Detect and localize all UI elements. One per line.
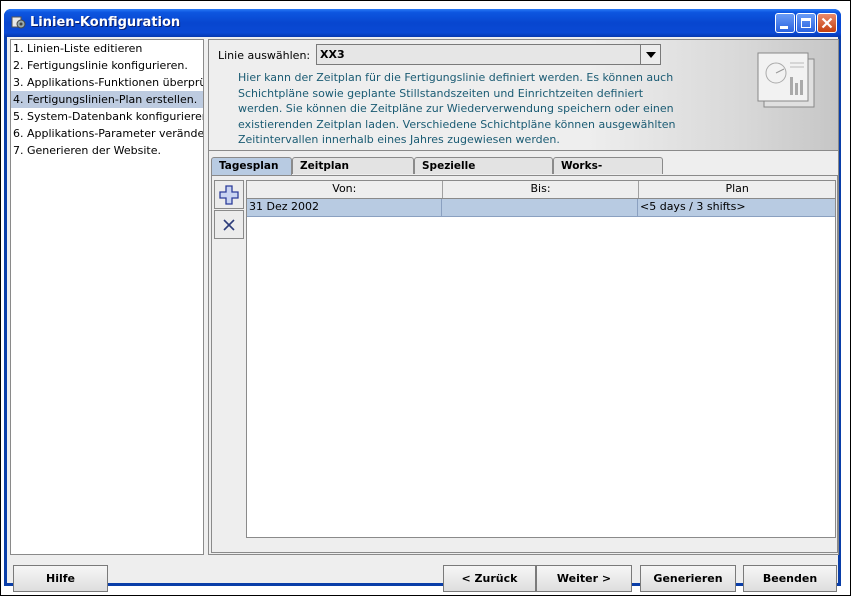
line-select-label: Linie auswählen: [218,49,311,62]
step-item-1[interactable]: 1. Linien-Liste editieren [11,40,203,57]
title-bar[interactable]: Linien-Konfiguration [4,9,841,37]
maximize-button[interactable] [796,13,816,33]
cell-plan[interactable]: <5 days / 3 shifts> [638,199,834,216]
step-item-4[interactable]: 4. Fertigungslinien-Plan erstellen. [11,91,203,108]
generate-button[interactable]: Generieren [640,565,736,592]
maximize-icon [801,18,811,28]
minimize-icon [780,26,788,29]
schedule-table: Von: Bis: Plan 31 Dez 2002 <5 days / 3 s… [246,180,836,538]
tab-spezielle-tagesplaene[interactable]: Spezielle Tagespläne [414,157,553,189]
table-row[interactable]: 31 Dez 2002 <5 days / 3 shifts> [247,199,835,217]
calendar-thumbnail-icon [757,52,815,108]
delete-icon [223,219,235,231]
minimize-button[interactable] [775,13,795,33]
description-text: Hier kann der Zeitplan für die Fertigung… [238,71,676,146]
window-content: 1. Linien-Liste editieren 2. Fertigungsl… [7,37,839,592]
delete-row-button[interactable] [214,210,244,239]
tab-content: Von: Bis: Plan 31 Dez 2002 <5 days / 3 s… [211,175,838,553]
screenshot-frame: Linien-Konfiguration 1. Linien-Liste edi… [0,0,851,596]
add-row-button[interactable] [214,180,244,209]
content-panel: Linie auswählen: XX3 Hier kann der Zeitp… [208,39,839,555]
header-panel: Linie auswählen: XX3 Hier kann der Zeitp… [209,40,838,151]
cell-to[interactable] [442,199,638,216]
column-header-plan[interactable]: Plan [639,181,835,198]
line-select-dropdown[interactable]: XX3 [316,44,661,65]
tab-works-kalender[interactable]: Works-Kalender [553,157,663,189]
step-item-2[interactable]: 2. Fertigungslinie konfigurieren. [11,57,203,74]
back-button[interactable]: < Zurück [443,565,536,592]
plus-icon [219,185,239,205]
close-button[interactable] [817,13,837,33]
column-header-from[interactable]: Von: [247,181,443,198]
help-button[interactable]: Hilfe [13,565,108,592]
tab-tagesplan[interactable]: Tagesplan [211,157,292,175]
column-header-to[interactable]: Bis: [443,181,640,198]
chevron-down-icon[interactable] [640,45,660,64]
line-select-value: XX3 [320,48,345,61]
close-icon [821,17,833,29]
tab-zeitplan-bearbeiten[interactable]: Zeitplan bearbeiten [292,157,414,189]
app-icon [11,16,26,29]
finish-button[interactable]: Beenden [743,565,837,592]
application-window: Linien-Konfiguration 1. Linien-Liste edi… [4,9,841,592]
next-button[interactable]: Weiter > [536,565,632,592]
table-header: Von: Bis: Plan [247,181,835,199]
step-item-6[interactable]: 6. Applikations-Parameter veränder [11,125,203,142]
window-title: Linien-Konfiguration [30,15,181,30]
step-item-3[interactable]: 3. Applikations-Funktionen überprüf [11,74,203,91]
step-item-5[interactable]: 5. System-Datenbank konfigurieren [11,108,203,125]
step-item-7[interactable]: 7. Generieren der Website. [11,142,203,159]
step-list: 1. Linien-Liste editieren 2. Fertigungsl… [10,39,204,555]
cell-from[interactable]: 31 Dez 2002 [247,199,442,216]
